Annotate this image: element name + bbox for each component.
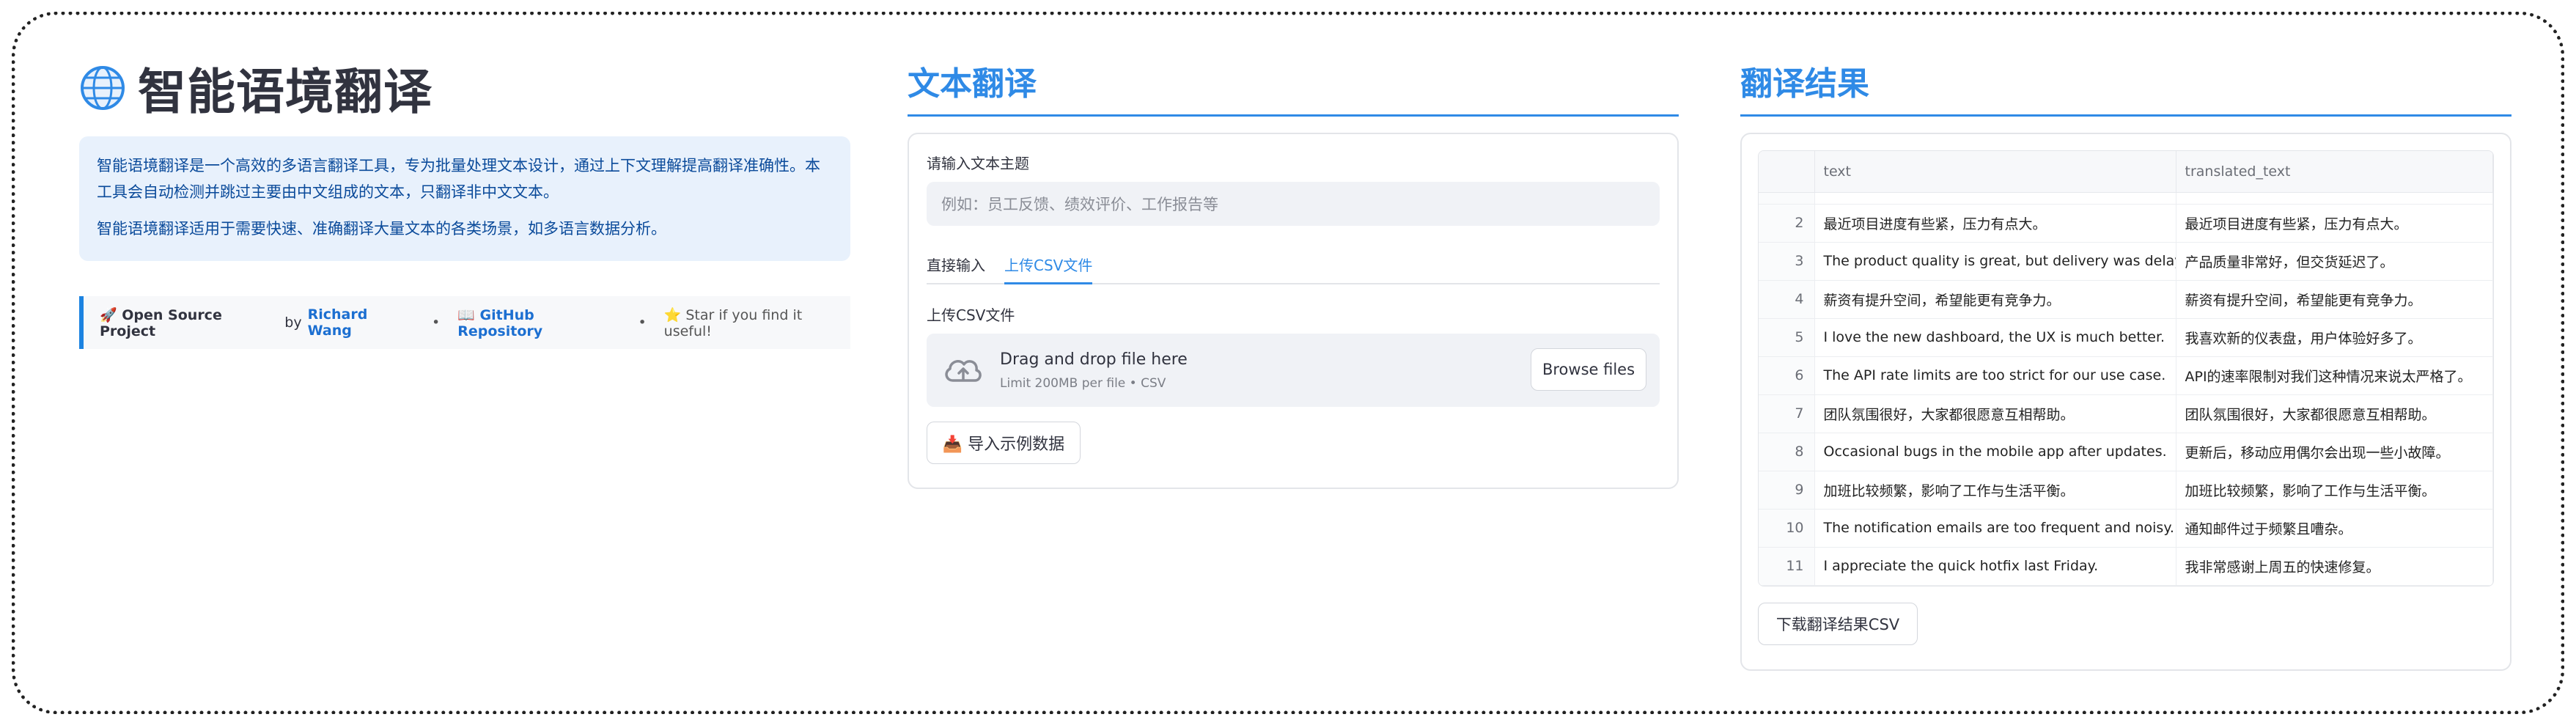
tab-direct-input[interactable]: 直接输入 <box>927 248 985 283</box>
text-cell[interactable]: The notification emails are too frequent… <box>1814 509 2176 548</box>
author-link[interactable]: Richard Wang <box>308 306 414 339</box>
github-repo-link[interactable]: 📖 GitHub Repository <box>457 306 620 339</box>
column-header-index[interactable] <box>1759 151 1815 193</box>
info-box: 智能语境翻译是一个高效的多语言翻译工具，专为批量处理文本设计，通过上下文理解提高… <box>79 136 850 261</box>
translate-section-title: 文本翻译 <box>908 57 1679 117</box>
column-header-translated-text[interactable]: translated_text <box>2176 151 2493 193</box>
results-column: 翻译结果 text translated_text 2 最近项目进度有些紧，压力有… <box>1740 57 2511 671</box>
text-cell[interactable]: I appreciate the quick hotfix last Frida… <box>1814 547 2176 586</box>
dropzone-text: Drag and drop file here Limit 200MB per … <box>1000 350 1188 391</box>
table-row[interactable]: 4 薪资有提升空间，希望能更有竞争力。 薪资有提升空间，希望能更有竞争力。 <box>1759 280 2493 319</box>
browse-files-button[interactable]: Browse files <box>1531 348 1646 391</box>
column-header-text[interactable]: text <box>1814 151 2176 193</box>
text-cell[interactable]: The product quality is great, but delive… <box>1814 242 2176 281</box>
translate-card: 请输入文本主题 例如：员工反馈、绩效评价、工作报告等 直接输入 上传CSV文件 … <box>908 133 1679 489</box>
import-sample-button[interactable]: 📥 导入示例数据 <box>927 422 1081 464</box>
download-csv-button[interactable]: 下载翻译结果CSV <box>1758 602 1918 645</box>
text-cell[interactable]: 薪资有提升空间，希望能更有竞争力。 <box>1814 280 2176 319</box>
table-row[interactable]: 11 I appreciate the quick hotfix last Fri… <box>1759 547 2493 586</box>
results-table[interactable]: text translated_text 2 最近项目进度有些紧，压力有点大。 最近… <box>1758 150 2494 587</box>
translated-text-cell[interactable]: 我非常感谢上周五的快速修复。 <box>2176 547 2493 586</box>
table-row[interactable]: 7 团队氛围很好，大家都很愿意互相帮助。 团队氛围很好，大家都很愿意互相帮助。 <box>1759 394 2493 433</box>
app-header: 智能语境翻译 <box>79 53 850 123</box>
open-source-bar: 🚀 Open Source Project by Richard Wang • … <box>79 296 850 349</box>
row-index-cell[interactable]: 3 <box>1759 242 1815 281</box>
translated-text-cell[interactable]: 加班比较频繁，影响了工作与生活平衡。 <box>2176 471 2493 510</box>
translated-text-cell[interactable]: 产品质量非常好，但交货延迟了。 <box>2176 242 2493 281</box>
text-cell[interactable]: I love the new dashboard, the UX is much… <box>1814 318 2176 357</box>
description-paragraph-1: 智能语境翻译是一个高效的多语言翻译工具，专为批量处理文本设计，通过上下文理解提高… <box>97 157 820 201</box>
row-index-cell[interactable]: 6 <box>1759 356 1815 395</box>
translated-text-cell[interactable]: API的速率限制对我们这种情况来说太严格了。 <box>2176 356 2493 395</box>
open-source-label: 🚀 Open Source Project <box>100 306 222 339</box>
text-cell[interactable]: Occasional bugs in the mobile app after … <box>1814 433 2176 471</box>
translated-text-cell[interactable]: 我喜欢新的仪表盘，用户体验好多了。 <box>2176 318 2493 357</box>
separator: • <box>638 315 647 331</box>
cloud-upload-icon <box>945 360 982 382</box>
globe-icon <box>81 66 125 110</box>
table-row[interactable]: 10 The notification emails are too freque… <box>1759 509 2493 548</box>
text-cell[interactable]: 团队氛围很好，大家都很愿意互相帮助。 <box>1814 394 2176 433</box>
row-index-cell[interactable]: 5 <box>1759 318 1815 357</box>
star-note: ⭐ Star if you find it useful! <box>663 306 803 339</box>
table-row[interactable]: 3 The product quality is great, but deliv… <box>1759 242 2493 281</box>
row-index-cell[interactable]: 9 <box>1759 471 1815 510</box>
translate-column: 文本翻译 请输入文本主题 例如：员工反馈、绩效评价、工作报告等 直接输入 上传C… <box>908 57 1679 489</box>
description-paragraph-2: 智能语境翻译适用于需要快速、准确翻译大量文本的各类场景，如多语言数据分析。 <box>97 220 666 238</box>
file-dropzone[interactable]: Drag and drop file here Limit 200MB per … <box>927 334 1660 407</box>
text-cell[interactable]: 最近项目进度有些紧，压力有点大。 <box>1814 204 2176 243</box>
translated-text-cell[interactable]: 更新后，移动应用偶尔会出现一些小故障。 <box>2176 433 2493 471</box>
row-index-cell[interactable]: 7 <box>1759 394 1815 433</box>
page-title: 智能语境翻译 <box>138 64 433 120</box>
results-section-title: 翻译结果 <box>1740 57 2511 117</box>
table-row[interactable]: 5I love the new dashboard, the UX is muc… <box>1759 318 2493 357</box>
by-text: by <box>284 315 302 331</box>
text-cell[interactable]: 加班比较频繁，影响了工作与生活平衡。 <box>1814 471 2176 510</box>
separator: • <box>432 315 441 331</box>
table-row[interactable]: 8 Occasional bugs in the mobile app after… <box>1759 433 2493 471</box>
row-index-cell[interactable]: 11 <box>1759 547 1815 586</box>
table-row[interactable]: 6 The API rate limits are too strict for … <box>1759 356 2493 395</box>
text-cell[interactable]: The API rate limits are too strict for o… <box>1814 356 2176 395</box>
topic-label: 请输入文本主题 <box>927 155 1029 172</box>
input-mode-tabs: 直接输入 上传CSV文件 <box>927 248 1660 284</box>
tab-upload-csv[interactable]: 上传CSV文件 <box>1004 248 1093 284</box>
intro-column: 智能语境翻译 智能语境翻译是一个高效的多语言翻译工具，专为批量处理文本设计，通过… <box>79 53 850 349</box>
results-card: text translated_text 2 最近项目进度有些紧，压力有点大。 最近… <box>1740 133 2511 671</box>
table-row[interactable]: 2 最近项目进度有些紧，压力有点大。 最近项目进度有些紧，压力有点大。 <box>1759 204 2493 243</box>
dropzone-limit-text: Limit 200MB per file • CSV <box>1000 375 1166 391</box>
table-header-row: text translated_text <box>1759 151 2493 193</box>
translated-text-cell[interactable]: 团队氛围很好，大家都很愿意互相帮助。 <box>2176 394 2493 433</box>
translated-text-cell[interactable]: 最近项目进度有些紧，压力有点大。 <box>2176 204 2493 243</box>
row-index-cell[interactable]: 8 <box>1759 433 1815 471</box>
row-index-cell[interactable]: 4 <box>1759 280 1815 319</box>
dropzone-main-text: Drag and drop file here <box>1000 350 1188 369</box>
table-row[interactable]: 9 加班比较频繁，影响了工作与生活平衡。 加班比较频繁，影响了工作与生活平衡。 <box>1759 471 2493 510</box>
translated-text-cell[interactable]: 通知邮件过于频繁且嘈杂。 <box>2176 509 2493 548</box>
translated-text-cell[interactable]: 薪资有提升空间，希望能更有竞争力。 <box>2176 280 2493 319</box>
row-index-cell[interactable]: 10 <box>1759 509 1815 548</box>
row-index-cell[interactable]: 2 <box>1759 204 1815 243</box>
upload-label: 上传CSV文件 <box>927 306 1015 324</box>
table-row-partial <box>1759 192 2493 205</box>
topic-input[interactable]: 例如：员工反馈、绩效评价、工作报告等 <box>927 182 1660 226</box>
